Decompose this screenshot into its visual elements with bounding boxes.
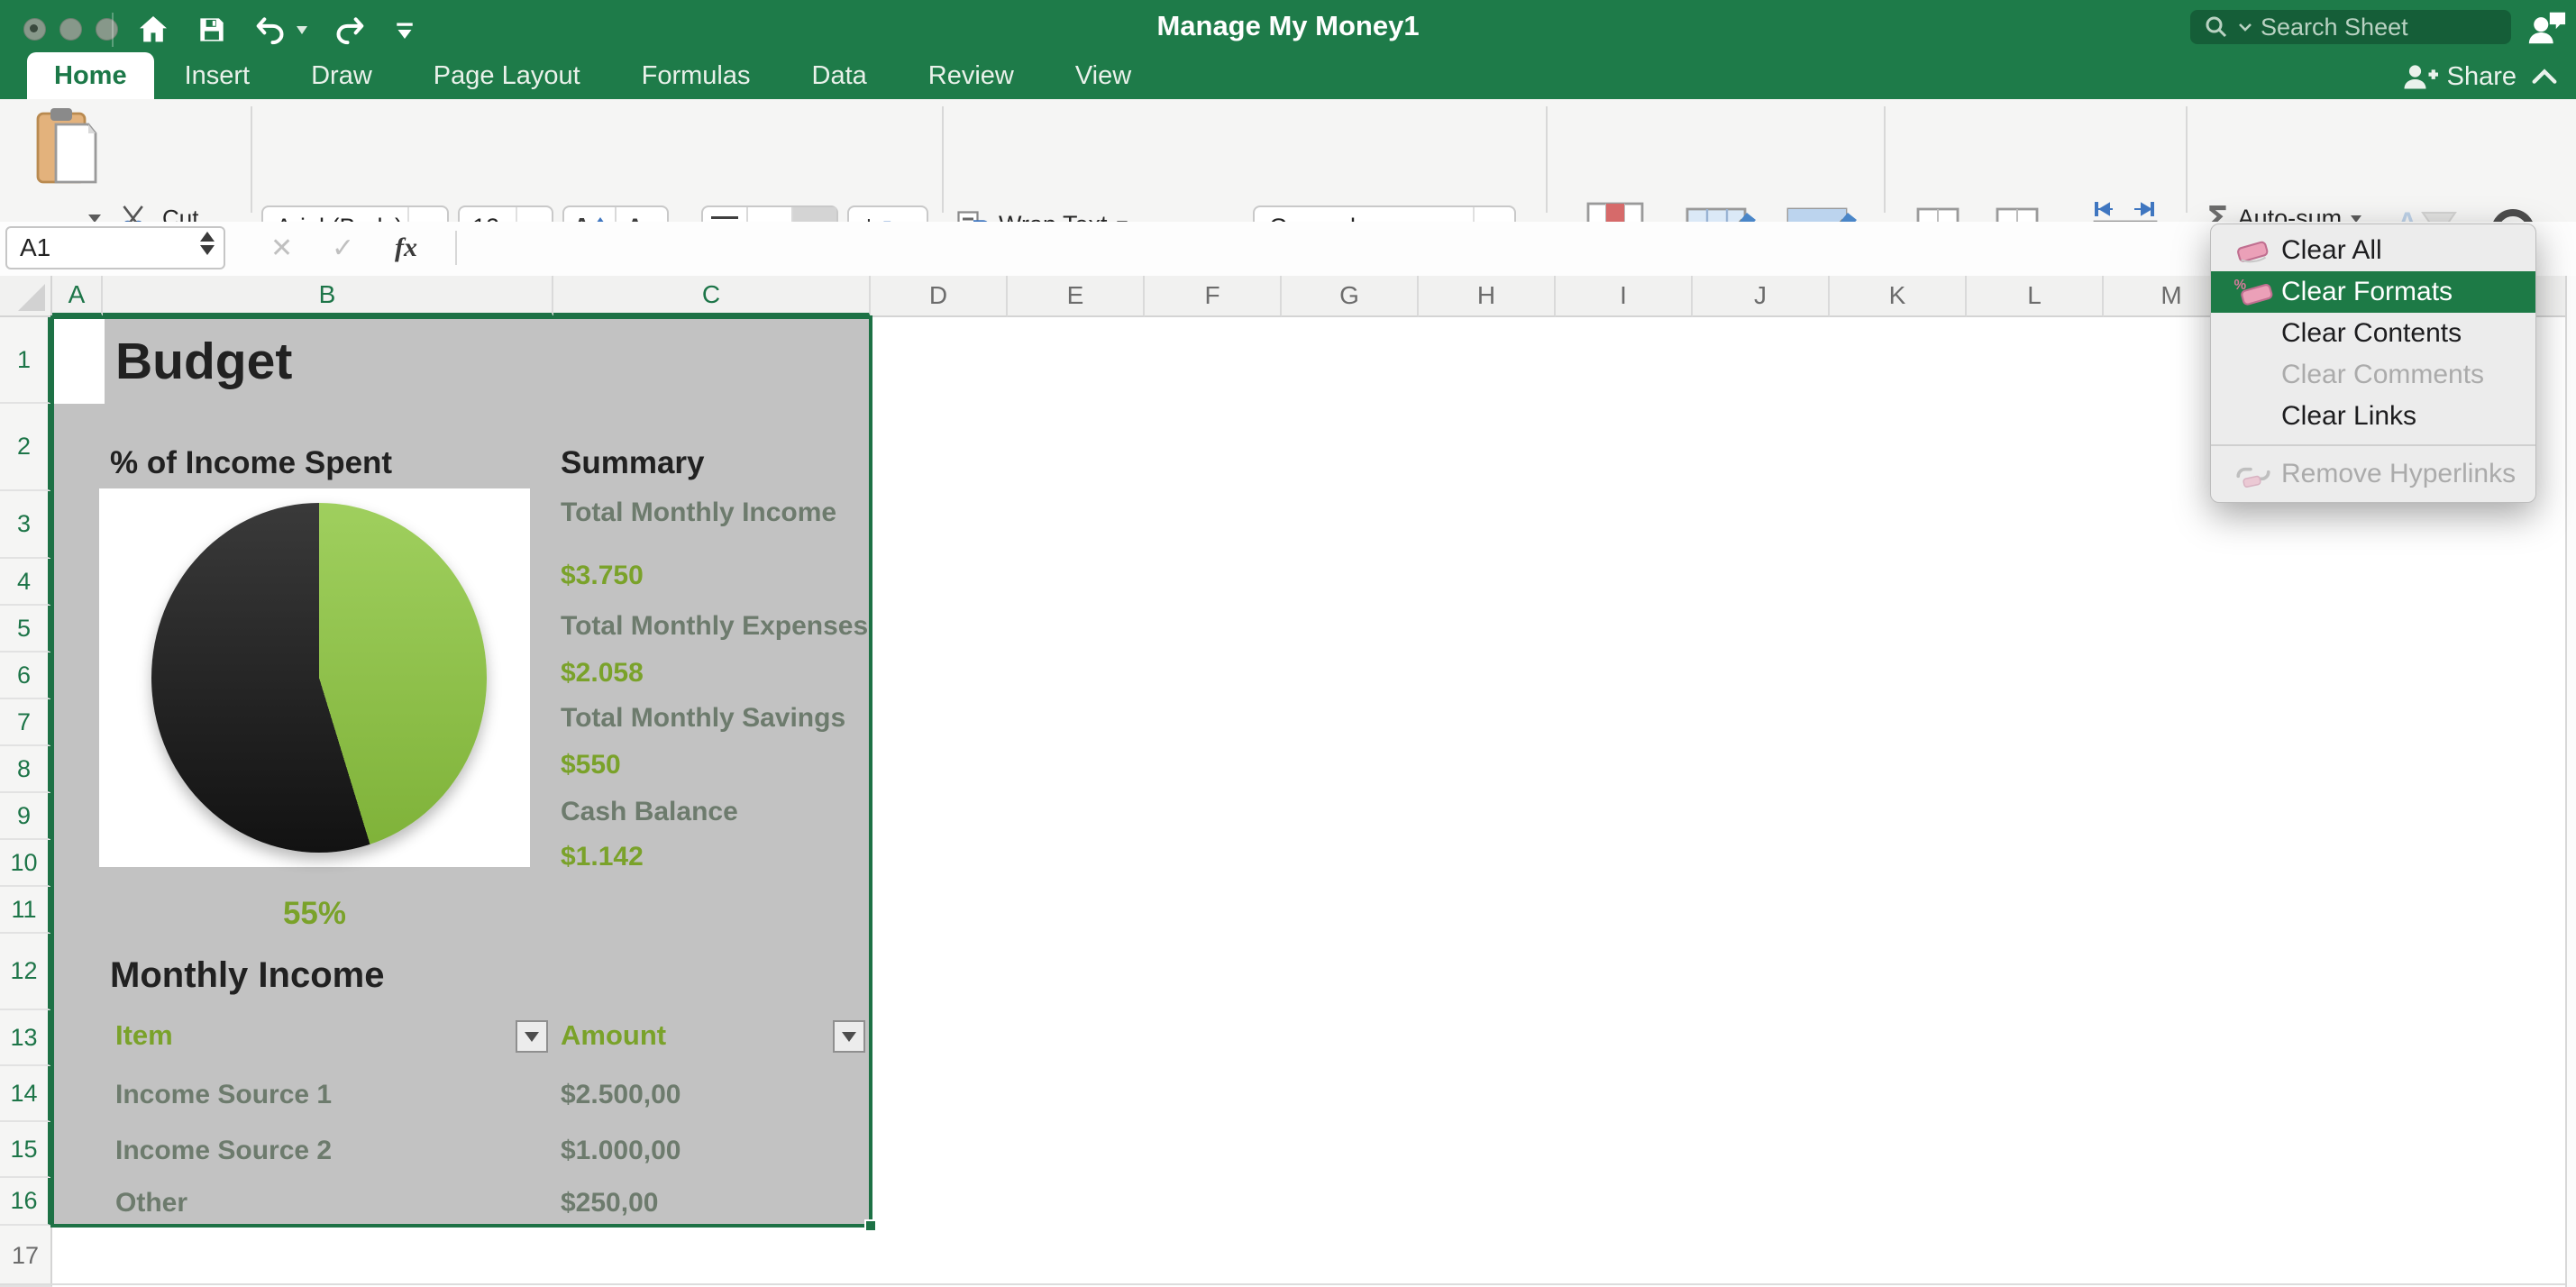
tab-view[interactable]: View bbox=[1045, 52, 1162, 99]
menu-item-label: Remove Hyperlinks bbox=[2281, 459, 2516, 489]
gridline-bottom bbox=[0, 1283, 2576, 1285]
name-box[interactable]: A1 bbox=[5, 226, 225, 269]
column-header-F[interactable]: F bbox=[1145, 276, 1282, 317]
eraser-percent-icon: % bbox=[2225, 277, 2281, 307]
row-header-14[interactable]: 14 bbox=[0, 1066, 52, 1122]
menu-item-clear-contents[interactable]: Clear Contents bbox=[2211, 313, 2535, 354]
column-header-J[interactable]: J bbox=[1693, 276, 1830, 317]
vertical-scrollbar[interactable] bbox=[2565, 276, 2576, 1287]
cancel-entry-button[interactable]: ✕ bbox=[270, 222, 293, 274]
column-header-A[interactable]: A bbox=[52, 276, 103, 317]
row-header-2[interactable]: 2 bbox=[0, 404, 52, 491]
broken-link-icon bbox=[2225, 460, 2281, 488]
group-separator bbox=[1546, 106, 1548, 213]
row-header-1[interactable]: 1 bbox=[0, 317, 52, 404]
column-header-I[interactable]: I bbox=[1556, 276, 1693, 317]
search-sheet-input[interactable]: Search Sheet bbox=[2190, 10, 2511, 44]
row-header-8[interactable]: 8 bbox=[0, 746, 52, 793]
column-header-C[interactable]: C bbox=[553, 276, 871, 317]
row-header-15[interactable]: 15 bbox=[0, 1122, 52, 1178]
tab-draw[interactable]: Draw bbox=[280, 52, 403, 99]
group-separator bbox=[2186, 106, 2188, 213]
row-header-6[interactable]: 6 bbox=[0, 653, 52, 699]
search-scope-chevron-icon bbox=[2237, 21, 2253, 33]
menu-item-clear-formats[interactable]: %Clear Formats bbox=[2211, 271, 2535, 313]
column-header-L[interactable]: L bbox=[1967, 276, 2104, 317]
column-header-G[interactable]: G bbox=[1282, 276, 1419, 317]
tab-home[interactable]: Home bbox=[27, 52, 154, 99]
row-header-3[interactable]: 3 bbox=[0, 491, 52, 559]
ribbon: Paste Cut Copy Format Arial (Body) 12 A … bbox=[0, 99, 2576, 224]
clear-dropdown-menu: Clear All%Clear FormatsClear ContentsCle… bbox=[2210, 224, 2536, 503]
row-header-10[interactable]: 10 bbox=[0, 840, 52, 887]
tab-data[interactable]: Data bbox=[781, 52, 898, 99]
group-separator bbox=[942, 106, 944, 213]
row-header-9[interactable]: 9 bbox=[0, 793, 52, 840]
row-header-16[interactable]: 16 bbox=[0, 1178, 52, 1226]
search-placeholder: Search Sheet bbox=[2261, 14, 2408, 41]
spreadsheet-grid[interactable]: ABCDEFGHIJKLMNOP 12345678910111213141516… bbox=[0, 276, 2576, 1287]
menu-item-label: Clear Formats bbox=[2281, 277, 2453, 307]
eraser-icon bbox=[2225, 237, 2281, 264]
row-header-7[interactable]: 7 bbox=[0, 699, 52, 746]
ribbon-tabs: HomeInsertDrawPage LayoutFormulasDataRev… bbox=[27, 52, 1162, 99]
menu-item-clear-all[interactable]: Clear All bbox=[2211, 230, 2535, 271]
menu-separator bbox=[2211, 444, 2535, 446]
fill-handle[interactable] bbox=[864, 1219, 877, 1232]
menu-item-clear-comments: Clear Comments bbox=[2211, 354, 2535, 396]
name-box-spinner[interactable] bbox=[200, 232, 215, 255]
row-header-4[interactable]: 4 bbox=[0, 559, 52, 606]
menu-item-label: Clear Comments bbox=[2281, 360, 2484, 390]
tab-review[interactable]: Review bbox=[898, 52, 1045, 99]
share-button[interactable]: Share bbox=[2400, 61, 2517, 92]
tab-formulas[interactable]: Formulas bbox=[611, 52, 781, 99]
title-bar: Manage My Money1 Search Sheet HomeInsert… bbox=[0, 0, 2576, 99]
contacts-icon[interactable] bbox=[2524, 7, 2569, 53]
selection-border bbox=[50, 315, 872, 1228]
column-header-D[interactable]: D bbox=[871, 276, 1008, 317]
column-header-K[interactable]: K bbox=[1830, 276, 1967, 317]
row-header-13[interactable]: 13 bbox=[0, 1010, 52, 1066]
search-icon bbox=[2203, 14, 2230, 41]
row-header-17[interactable]: 17 bbox=[0, 1226, 52, 1287]
column-header-E[interactable]: E bbox=[1008, 276, 1145, 317]
paste-button[interactable] bbox=[34, 106, 97, 189]
menu-item-remove-hyperlinks: Remove Hyperlinks bbox=[2211, 453, 2535, 495]
tab-insert[interactable]: Insert bbox=[154, 52, 281, 99]
row-header-5[interactable]: 5 bbox=[0, 606, 52, 653]
select-all-corner[interactable] bbox=[0, 276, 52, 317]
menu-item-label: Clear Links bbox=[2281, 401, 2416, 432]
name-box-value: A1 bbox=[20, 233, 50, 262]
column-header-H[interactable]: H bbox=[1419, 276, 1556, 317]
menu-item-clear-links[interactable]: Clear Links bbox=[2211, 396, 2535, 437]
row-header-12[interactable]: 12 bbox=[0, 934, 52, 1010]
share-label: Share bbox=[2447, 62, 2517, 92]
formula-divider bbox=[455, 231, 457, 265]
formula-bar: A1 ✕ ✓ fx bbox=[0, 222, 2576, 278]
share-person-icon bbox=[2400, 61, 2438, 92]
row-header-11[interactable]: 11 bbox=[0, 887, 52, 934]
group-separator bbox=[251, 106, 252, 213]
collapse-ribbon-icon[interactable] bbox=[2529, 65, 2560, 88]
tab-page-layout[interactable]: Page Layout bbox=[403, 52, 611, 99]
insert-function-button[interactable]: fx bbox=[395, 222, 417, 274]
menu-item-label: Clear Contents bbox=[2281, 318, 2462, 349]
menu-item-label: Clear All bbox=[2281, 235, 2382, 266]
confirm-entry-button[interactable]: ✓ bbox=[332, 222, 354, 274]
group-separator bbox=[1884, 106, 1886, 213]
column-header-B[interactable]: B bbox=[103, 276, 553, 317]
